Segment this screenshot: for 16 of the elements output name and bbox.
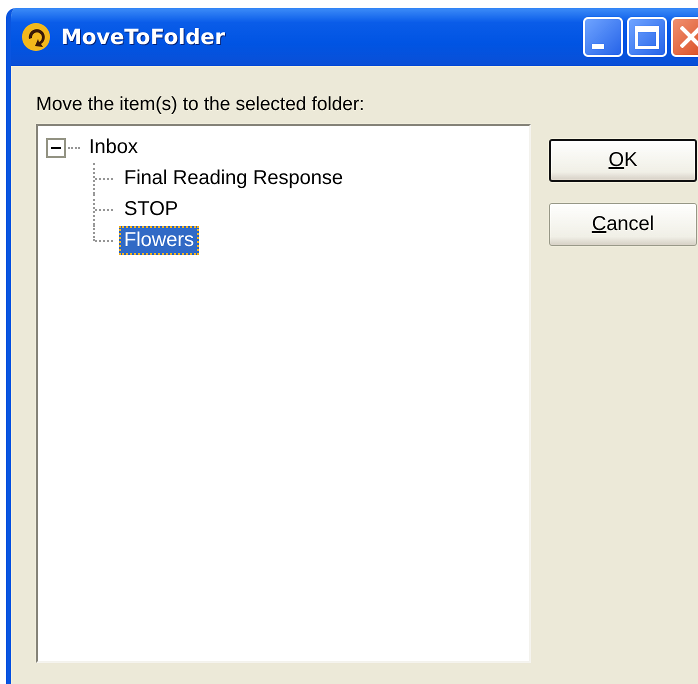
minimize-icon xyxy=(592,44,604,48)
minimize-button[interactable] xyxy=(583,17,623,57)
collapse-icon[interactable] xyxy=(46,138,66,158)
folder-item[interactable]: Inbox xyxy=(84,133,143,162)
tree-connector xyxy=(68,146,80,148)
maximize-button[interactable] xyxy=(627,17,667,57)
window-title: MoveToFolder xyxy=(61,25,226,49)
prompt-label: Move the item(s) to the selected folder: xyxy=(36,94,366,117)
folder-item[interactable]: Flowers xyxy=(119,226,200,255)
folder-item[interactable]: Final Reading Response xyxy=(119,164,348,193)
close-icon xyxy=(680,26,698,48)
folder-item[interactable]: STOP xyxy=(119,195,184,224)
dialog-button[interactable]: OK xyxy=(549,139,697,182)
tree-connector xyxy=(93,163,115,194)
dialog-button[interactable]: Cancel xyxy=(549,203,697,246)
app-icon xyxy=(21,22,51,52)
